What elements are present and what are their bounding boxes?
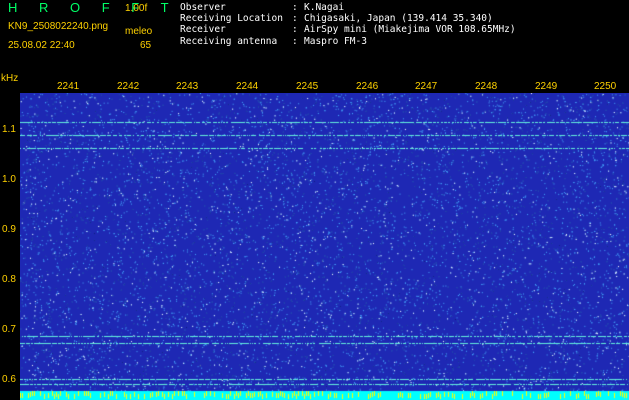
header-panel: H R O F F T 1.00f KN9_2508022240.png mel… bbox=[0, 0, 629, 80]
x-tick-label: 2250 bbox=[594, 81, 617, 92]
y-tick-label: 1.0 bbox=[2, 174, 16, 185]
meta-value: AirSpy mini (Miakejima VOR 108.65MHz) bbox=[304, 24, 516, 36]
version-label: 1.00f bbox=[125, 3, 148, 14]
meta-sep: : bbox=[292, 35, 298, 47]
meta-row-observer: Observer: K.Nagai bbox=[180, 2, 516, 13]
x-tick-label: 2247 bbox=[415, 81, 438, 92]
meta-key: Receiving antenna bbox=[180, 35, 278, 47]
meta-value: Chigasaki, Japan (139.414 35.340) bbox=[304, 13, 493, 25]
meta-row-receiver: Receiver: AirSpy mini (Miakejima VOR 108.… bbox=[180, 24, 516, 35]
y-tick-label: 0.6 bbox=[2, 374, 16, 385]
y-tick-label: 0.7 bbox=[2, 324, 16, 335]
app-title: H R O F F T bbox=[8, 0, 178, 15]
meleo-label: meleo bbox=[125, 26, 153, 37]
meta-value: Maspro FM-3 bbox=[304, 35, 367, 47]
y-tick-label: 0.9 bbox=[2, 224, 16, 235]
meta-key: Receiving Location bbox=[180, 13, 283, 25]
meta-key: Observer bbox=[180, 2, 226, 13]
x-tick-label: 2249 bbox=[535, 81, 558, 92]
meta-sep: : bbox=[292, 24, 298, 36]
x-tick-label: 2245 bbox=[296, 81, 319, 92]
x-tick-label: 2241 bbox=[57, 81, 80, 92]
datetime-label: 25.08.02 22:40 bbox=[8, 40, 75, 51]
meta-row-location: Receiving Location: Chigasaki, Japan (139… bbox=[180, 13, 516, 24]
x-tick-label: 2244 bbox=[236, 81, 259, 92]
meta-sep: : bbox=[292, 2, 298, 13]
y-axis-unit-label: kHz bbox=[1, 73, 19, 84]
meta-sep: : bbox=[292, 13, 298, 25]
filename-label: KN9_2508022240.png bbox=[8, 21, 109, 32]
spectrogram-canvas bbox=[20, 93, 629, 400]
x-tick-label: 2248 bbox=[475, 81, 498, 92]
count-label: 65 bbox=[140, 40, 152, 51]
metadata-block: Observer: K.Nagai Receiving Location: Chig… bbox=[180, 2, 516, 47]
x-tick-label: 2243 bbox=[176, 81, 199, 92]
y-tick-label: 0.8 bbox=[2, 274, 16, 285]
meta-value: K.Nagai bbox=[304, 2, 345, 13]
x-tick-label: 2242 bbox=[117, 81, 140, 92]
y-tick-label: 1.1 bbox=[2, 124, 16, 135]
meta-key: Receiver bbox=[180, 24, 226, 36]
meta-row-antenna: Receiving antenna: Maspro FM-3 bbox=[180, 36, 516, 47]
x-tick-label: 2246 bbox=[356, 81, 379, 92]
